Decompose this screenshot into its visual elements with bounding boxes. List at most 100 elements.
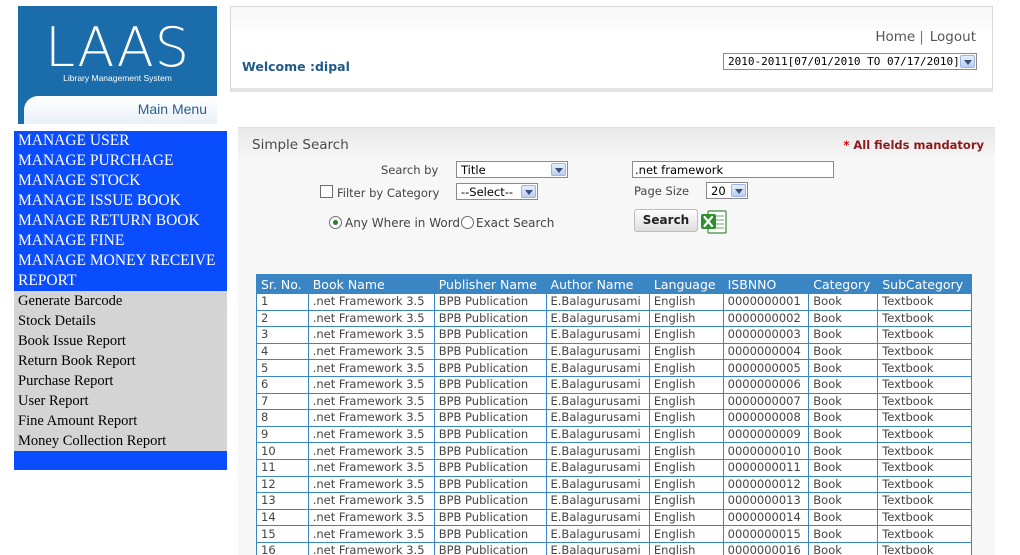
sidebar-item-manage-user[interactable]: MANAGE USER — [14, 131, 227, 151]
page-size-select[interactable]: 20 — [706, 182, 748, 199]
home-link[interactable]: Home — [875, 29, 915, 45]
table-cell-subcategory: Textbook — [877, 541, 972, 555]
table-cell-book-name: .net Framework 3.5 — [307, 293, 435, 311]
table-cell-category: Book — [808, 492, 879, 510]
table-cell-isbnno: 0000000016 — [722, 541, 810, 555]
table-cell-subcategory: Textbook — [877, 458, 972, 477]
table-cell-sr-no: 10 — [256, 442, 309, 460]
table-cell-publisher-name: BPB Publication — [433, 409, 547, 427]
table-cell-sr-no: 9 — [256, 425, 309, 444]
table-cell-isbnno: 0000000015 — [722, 525, 810, 543]
chevron-down-icon[interactable] — [731, 184, 746, 197]
table-row: 14 .net Framework 3.5 BPB Publication E.Bal… — [256, 508, 972, 527]
excel-export-icon[interactable] — [700, 207, 728, 235]
sidebar-item-manage-stock[interactable]: MANAGE STOCK — [14, 171, 227, 191]
column-header-category[interactable]: Category — [808, 274, 879, 294]
category-select[interactable]: --Select-- — [456, 183, 538, 200]
column-header-publisher-name[interactable]: Publisher Name — [433, 274, 547, 294]
sidebar-item-stock-details[interactable]: Stock Details — [14, 311, 227, 331]
table-cell-subcategory: Textbook — [877, 442, 972, 460]
table-cell-sr-no: 15 — [256, 525, 309, 543]
column-header-isbnno[interactable]: ISBNNO — [722, 274, 810, 294]
table-cell-category: Book — [808, 541, 879, 555]
main-menu-label: Main Menu — [137, 101, 207, 117]
chevron-down-icon[interactable] — [960, 55, 975, 68]
exact-search-radio[interactable] — [461, 216, 474, 229]
table-cell-subcategory: Textbook — [877, 342, 972, 361]
table-cell-author-name: E.Balagurusami — [545, 342, 650, 361]
column-header-language[interactable]: Language — [648, 274, 724, 294]
sidebar-item-manage-purchage[interactable]: MANAGE PURCHAGE — [14, 151, 227, 171]
exact-search-label: Exact Search — [476, 216, 555, 230]
table-cell-author-name: E.Balagurusami — [545, 475, 650, 494]
table-cell-book-name: .net Framework 3.5 — [307, 326, 435, 344]
table-cell-category: Book — [808, 293, 879, 311]
main-menu-tab: Main Menu — [24, 96, 217, 124]
sidebar-item-manage-issue-book[interactable]: MANAGE ISSUE BOOK — [14, 191, 227, 211]
sidebar-item-manage-money-receive[interactable]: MANAGE MONEY RECEIVE — [14, 251, 227, 271]
sidebar-item-fine-amount-report[interactable]: Fine Amount Report — [14, 411, 227, 431]
welcome-message: Welcome :dipal — [242, 57, 499, 76]
table-cell-author-name: E.Balagurusami — [545, 293, 650, 311]
sidebar-primary-menu: MANAGE USER MANAGE PURCHAGE MANAGE STOCK… — [14, 131, 227, 291]
sidebar-item-return-book-report[interactable]: Return Book Report — [14, 351, 227, 371]
table-cell-book-name: .net Framework 3.5 — [307, 458, 435, 477]
table-cell-subcategory: Textbook — [877, 326, 972, 344]
chevron-down-icon[interactable] — [521, 185, 536, 198]
sidebar-item-generate-barcode[interactable]: Generate Barcode — [14, 291, 227, 311]
sidebar-item-money-collection-report[interactable]: Money Collection Report — [14, 431, 227, 451]
table-cell-language: English — [648, 309, 724, 328]
table-row: 9 .net Framework 3.5 BPB Publication E.Bala… — [256, 425, 972, 444]
table-cell-isbnno: 0000000009 — [722, 425, 810, 444]
filter-category-checkbox[interactable] — [320, 185, 333, 198]
table-cell-language: English — [648, 375, 724, 394]
table-cell-book-name: .net Framework 3.5 — [307, 309, 435, 328]
table-row: 2 .net Framework 3.5 BPB Publication E.Bala… — [256, 309, 972, 328]
session-year-select[interactable]: 2010-2011[07/01/2010 TO 07/17/2010] — [723, 53, 977, 70]
search-panel-header: Simple Search * All fields mandatory — [238, 127, 995, 156]
filter-category-label: Filter by Category — [337, 186, 440, 200]
table-row: 3 .net Framework 3.5 BPB Publication E.Bala… — [256, 326, 972, 344]
sidebar-item-book-issue-report[interactable]: Book Issue Report — [14, 331, 227, 351]
table-cell-language: English — [648, 475, 724, 494]
table-cell-publisher-name: BPB Publication — [433, 525, 547, 543]
logo-subtitle: Library Management System — [63, 73, 172, 83]
search-by-select[interactable]: Title — [456, 161, 568, 178]
sidebar-item-manage-return-book[interactable]: MANAGE RETURN BOOK — [14, 211, 227, 231]
table-cell-publisher-name: BPB Publication — [433, 492, 547, 510]
search-button[interactable]: Search — [634, 209, 698, 232]
table-cell-category: Book — [808, 392, 879, 411]
any-where-label: Any Where in Word — [345, 216, 461, 230]
table-cell-category: Book — [808, 525, 879, 543]
table-cell-author-name: E.Balagurusami — [545, 442, 650, 460]
any-where-radio[interactable] — [329, 216, 342, 229]
table-cell-subcategory: Textbook — [877, 375, 972, 394]
search-text-input[interactable] — [632, 161, 834, 178]
results-table-container: Sr. No. Book Name Publisher Name Author Nam… — [256, 274, 972, 555]
table-cell-isbnno: 0000000007 — [722, 392, 810, 411]
search-by-label: Search by — [381, 163, 439, 177]
sidebar-item-report[interactable]: REPORT — [14, 271, 227, 291]
column-header-book-name[interactable]: Book Name — [307, 274, 435, 294]
table-cell-sr-no: 14 — [256, 508, 309, 527]
table-cell-sr-no: 3 — [256, 326, 309, 344]
table-cell-isbnno: 0000000003 — [722, 326, 810, 344]
page-size-label: Page Size — [634, 184, 690, 198]
column-header-sr-no[interactable]: Sr. No. — [256, 274, 309, 294]
table-row: 10 .net Framework 3.5 BPB Publication E.Bal… — [256, 442, 972, 460]
table-row: 6 .net Framework 3.5 BPB Publication E.Bala… — [256, 375, 972, 394]
sidebar-item-purchase-report[interactable]: Purchase Report — [14, 371, 227, 391]
sidebar-item-manage-fine[interactable]: MANAGE FINE — [14, 231, 227, 251]
table-cell-subcategory: Textbook — [877, 525, 972, 543]
column-header-subcategory[interactable]: SubCategory — [877, 274, 972, 294]
chevron-down-icon[interactable] — [551, 163, 566, 176]
table-cell-book-name: .net Framework 3.5 — [307, 442, 435, 460]
table-cell-subcategory: Textbook — [877, 492, 972, 510]
table-cell-language: English — [648, 293, 724, 311]
column-header-author-name[interactable]: Author Name — [545, 274, 650, 294]
table-cell-sr-no: 2 — [256, 309, 309, 328]
sidebar-item-user-report[interactable]: User Report — [14, 391, 227, 411]
table-cell-subcategory: Textbook — [877, 409, 972, 427]
app-logo: LAAS Library Management System Main Menu — [18, 6, 217, 124]
logout-link[interactable]: Logout — [930, 29, 976, 45]
